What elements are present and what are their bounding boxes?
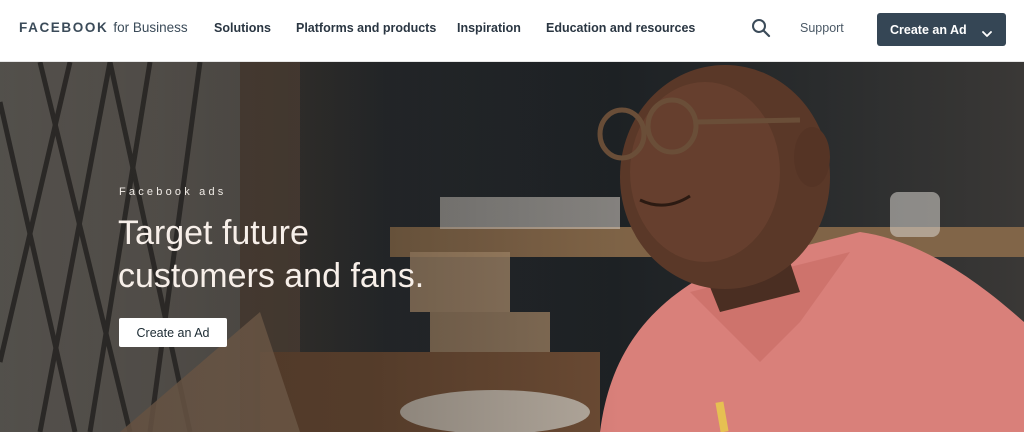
hero-headline-line-1: Target future: [118, 214, 309, 252]
nav-item-inspiration[interactable]: Inspiration: [457, 21, 521, 35]
brand-logo[interactable]: FACEBOOK for Business: [19, 20, 188, 35]
hero-create-ad-button-label: Create an Ad: [136, 325, 210, 340]
hero-create-ad-button[interactable]: Create an Ad: [119, 318, 227, 347]
hero-banner: Facebook ads Target future customers and…: [0, 62, 1024, 432]
nav-item-education-and-resources[interactable]: Education and resources: [546, 21, 695, 35]
hero-headline-line-2: customers and fans.: [118, 257, 425, 295]
create-ad-button[interactable]: Create an Ad: [877, 13, 1006, 46]
chevron-down-icon[interactable]: [982, 25, 992, 37]
nav-item-solutions[interactable]: Solutions: [214, 21, 271, 35]
brand-wordmark: FACEBOOK: [19, 20, 109, 35]
create-ad-button-label: Create an Ad: [890, 22, 967, 37]
site-header: FACEBOOK for Business Solutions Platform…: [0, 0, 1024, 62]
search-icon[interactable]: [751, 18, 771, 38]
brand-subtitle: for Business: [113, 20, 188, 35]
hero-eyebrow: Facebook ads: [119, 186, 227, 198]
support-link[interactable]: Support: [800, 21, 844, 35]
hero-headline: Target future customers and fans.: [118, 212, 518, 298]
nav-item-platforms-and-products[interactable]: Platforms and products: [296, 21, 436, 35]
